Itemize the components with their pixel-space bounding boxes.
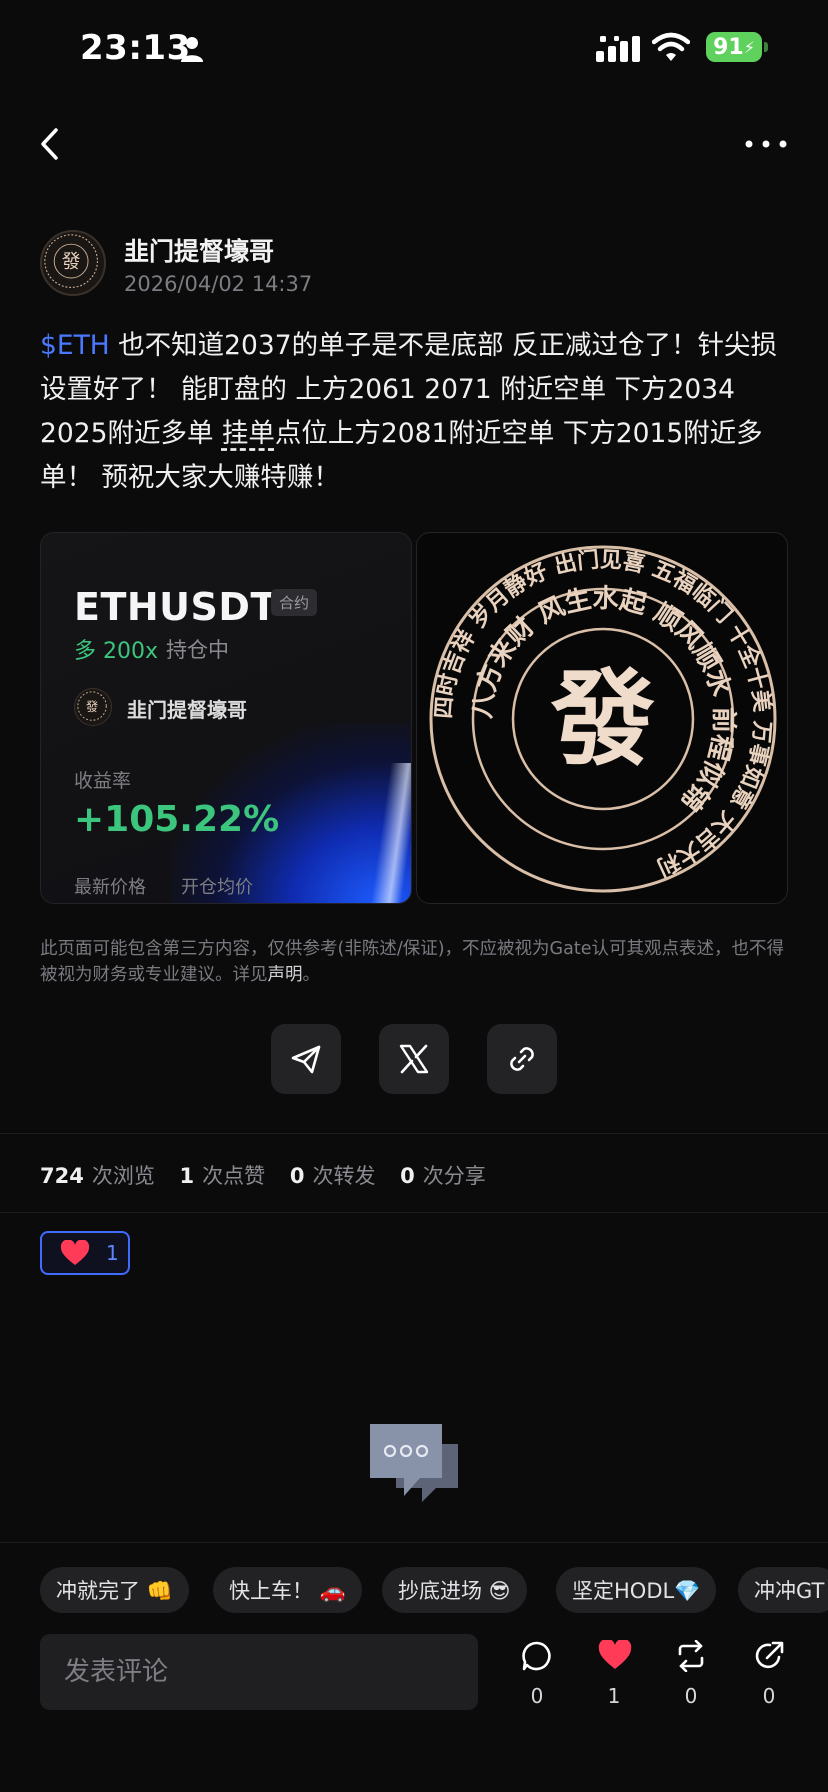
heart-icon (60, 1240, 90, 1265)
link-icon (510, 1047, 534, 1071)
disclaimer-text: 此页面可能包含第三方内容，仅供参考(非陈述/保证)，不应被视为Gate认可其观点… (40, 939, 784, 985)
author-name[interactable]: 韭门提督壕哥 (124, 232, 274, 268)
views-count: 724 (40, 1164, 84, 1188)
comment-input[interactable] (40, 1634, 478, 1710)
battery-indicator: 91 ⚡ (706, 32, 762, 62)
quick-reply-chip[interactable]: 坚定HODL💎 (556, 1567, 717, 1613)
quick-reply-chip[interactable]: 冲冲GT (738, 1567, 828, 1613)
fortune-seal-image: 四时吉祥 岁月静好 出门见喜 五福临门 十全十美 万事如意 大吉大利 八方来财 … (429, 545, 777, 893)
reposts-label: 次转发 (312, 1164, 376, 1188)
signal-icon (596, 36, 640, 62)
reposts-count: 0 (289, 1164, 305, 1188)
order-link[interactable]: 挂单 (222, 418, 275, 449)
ticker-link[interactable]: $ETH (40, 330, 110, 361)
share-x-button[interactable] (379, 1024, 449, 1094)
seal-card-image[interactable]: 四时吉祥 岁月静好 出门见喜 五福临门 十全十美 万事如意 大吉大利 八方来财 … (416, 532, 788, 904)
leverage-label: 多 200x (74, 639, 159, 664)
shares-count: 0 (400, 1164, 415, 1188)
svg-text:發: 發 (86, 699, 98, 714)
quick-reply-chip[interactable]: 快上车！ 🚗 (213, 1567, 362, 1613)
card-author-avatar: 發 (74, 688, 112, 726)
divider (0, 1133, 828, 1134)
post-stats: 724 次浏览 1 次点赞 0 次转发 0 次分享 (40, 1160, 504, 1190)
likes-count: 1 (179, 1164, 195, 1188)
comment-icon (522, 1641, 551, 1671)
status-bar: 23:13 91 ⚡ (0, 0, 828, 100)
quick-reply-chip[interactable]: 抄底进场 😎 (382, 1567, 527, 1613)
seal-avatar-icon: 發 (77, 691, 107, 721)
seal-center-char: 發 (550, 657, 655, 780)
wifi-icon (652, 32, 690, 61)
entry-price-label: 开仓均价 (181, 877, 253, 898)
quick-reply-chip[interactable]: 冲就完了 👊 (40, 1567, 189, 1613)
trade-card-image[interactable]: ETHUSDT 合约 多 200x 持仓中 發 韭门提督壕哥 收益率 +105.… (40, 532, 412, 904)
card-author-name: 韭门提督壕哥 (127, 698, 247, 722)
share-icon (755, 1641, 784, 1669)
position-status: 持仓中 (166, 638, 229, 662)
more-options-icon[interactable] (744, 134, 788, 154)
last-price-label: 最新价格 (74, 877, 146, 898)
disclaimer: 此页面可能包含第三方内容，仅供参考(非陈述/保证)，不应被视为Gate认可其观点… (40, 936, 790, 988)
likes-label: 次点赞 (202, 1164, 266, 1188)
telegram-icon (291, 1045, 321, 1074)
repost-icon (678, 1640, 704, 1672)
like-action-button[interactable]: 1 (584, 1640, 644, 1716)
battery-level: 91 (713, 34, 744, 60)
back-icon[interactable] (36, 124, 66, 164)
copy-link-button[interactable] (487, 1024, 557, 1094)
contract-badge: 合约 (271, 589, 318, 616)
comment-count: 0 (530, 1684, 544, 1708)
person-icon (181, 37, 203, 62)
battery-cap (764, 42, 768, 52)
shares-label: 次分享 (422, 1164, 486, 1188)
disclaimer-link[interactable]: 声明 (268, 965, 303, 985)
yield-label: 收益率 (74, 770, 132, 792)
views-label: 次浏览 (91, 1164, 155, 1188)
disclaimer-end: 。 (302, 965, 321, 985)
trade-pair: ETHUSDT (74, 585, 277, 629)
repost-action-button[interactable]: 0 (661, 1640, 721, 1716)
status-time: 23:13 (80, 28, 191, 68)
divider (0, 1542, 828, 1543)
heart-filled-icon (598, 1640, 632, 1669)
post-date: 2026/04/02 14:37 (124, 272, 313, 296)
yield-value: +105.22% (74, 799, 280, 840)
repost-count: 0 (684, 1684, 698, 1708)
comment-action-button[interactable]: 0 (507, 1640, 567, 1716)
heart-reaction-chip[interactable]: 1 (40, 1231, 130, 1275)
x-logo-icon (399, 1044, 429, 1074)
share-telegram-button[interactable] (271, 1024, 341, 1094)
like-count: 1 (607, 1684, 621, 1708)
empty-comments-icon (370, 1424, 458, 1502)
post-body: $ETH 也不知道2037的单子是不是底部 反正减过仓了！针尖损设置好了！ 能盯… (40, 324, 790, 500)
svg-text:發: 發 (62, 251, 81, 273)
share-action-button[interactable]: 0 (739, 1640, 799, 1716)
divider (0, 1212, 828, 1213)
seal-avatar-icon: 發 (44, 234, 98, 288)
author-avatar[interactable]: 發 (40, 230, 106, 296)
reaction-count: 1 (106, 1241, 119, 1265)
share-count: 0 (762, 1684, 776, 1708)
